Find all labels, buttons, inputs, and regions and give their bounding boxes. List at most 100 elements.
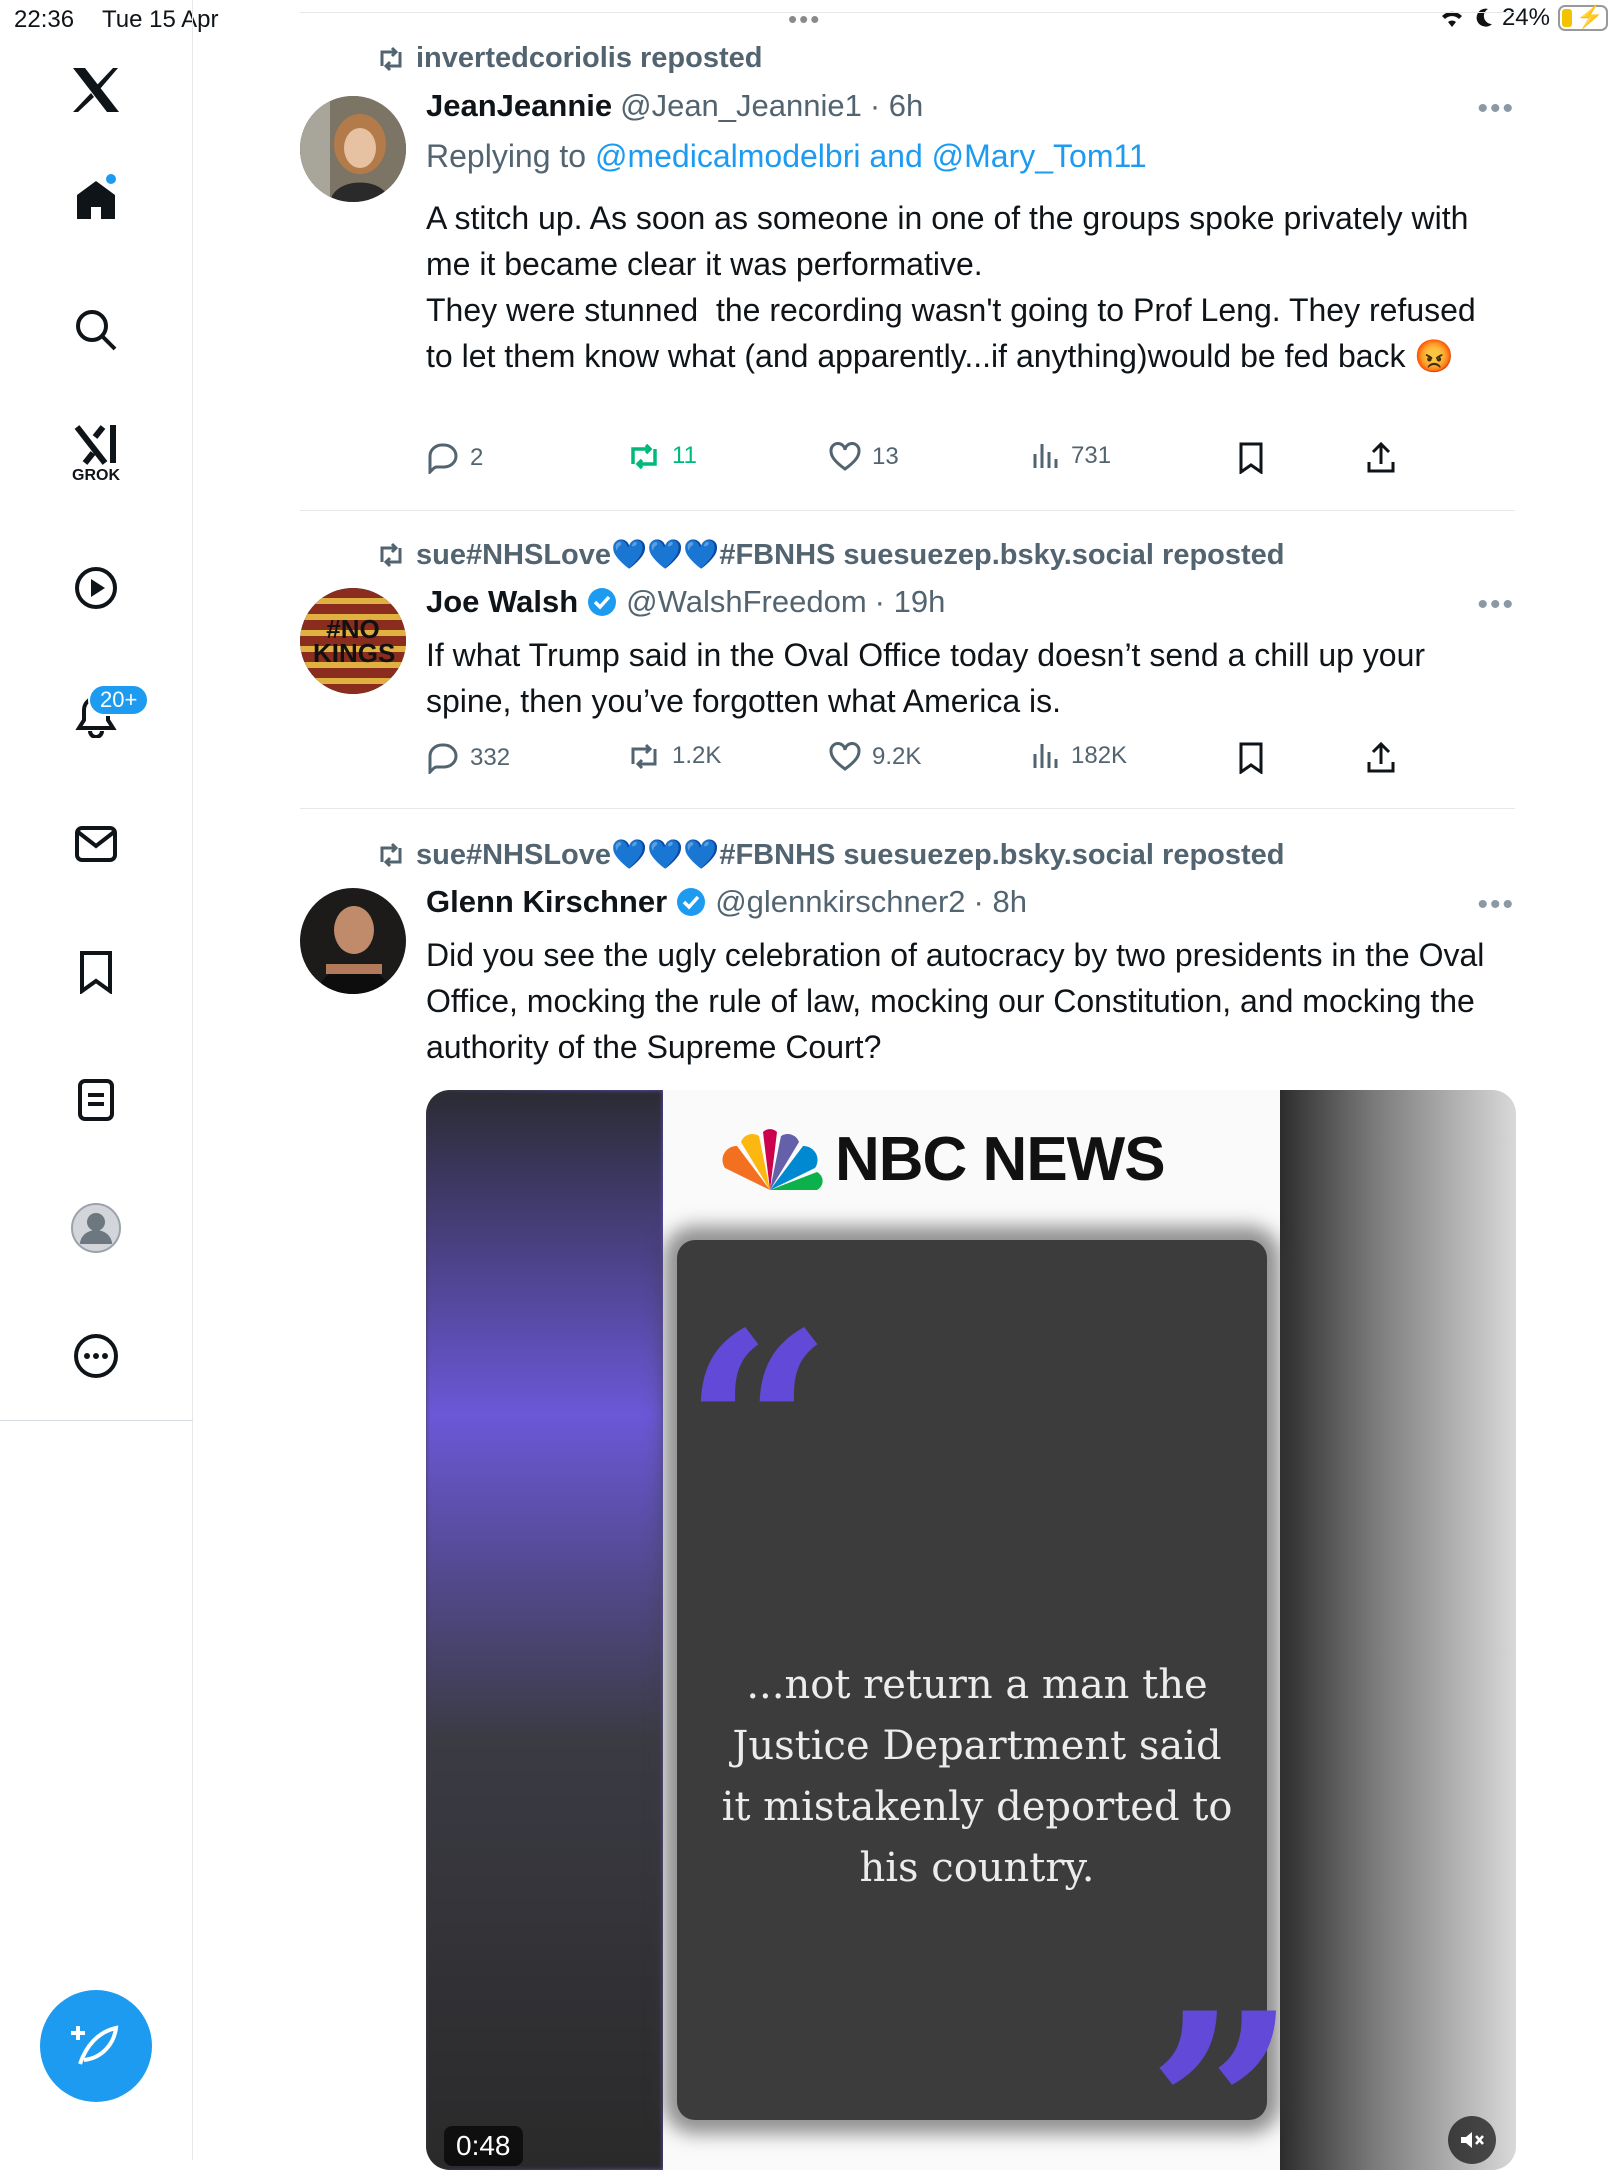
repost-icon — [631, 443, 657, 470]
bookmarks-icon[interactable] — [62, 938, 130, 1006]
post-time[interactable]: · 19h — [875, 584, 946, 620]
moon-icon — [1476, 8, 1492, 27]
replying-prefix: Replying to — [426, 138, 587, 174]
like-button[interactable]: 13 — [828, 442, 899, 472]
video-icon[interactable] — [62, 554, 130, 622]
repost-indicator: sue#NHSLove💙💙💙#FBNHS suesuezep.bsky.soci… — [376, 538, 1285, 572]
multitask-dots-icon[interactable]: ••• — [788, 4, 821, 35]
replying-links[interactable]: @medicalmodelbri and @Mary_Tom11 — [595, 138, 1147, 174]
compose-feather-icon — [71, 2025, 119, 2065]
x-logo-icon[interactable] — [62, 56, 130, 124]
home-icon[interactable] — [62, 166, 130, 234]
video-duration: 0:48 — [444, 2126, 523, 2166]
video-blur-left — [426, 1090, 663, 2170]
grok-icon[interactable]: GROK — [62, 420, 130, 488]
peacock-icon — [722, 1128, 823, 1190]
post-time[interactable]: · 6h — [870, 88, 923, 124]
reply-icon — [428, 743, 458, 774]
display-name[interactable]: Glenn Kirschner — [426, 884, 667, 920]
profile-avatar-icon[interactable] — [62, 1194, 130, 1262]
tweet-header: JeanJeannie @Jean_Jeannie1 · 6h — [426, 88, 923, 124]
tweet-divider — [300, 510, 1515, 511]
like-button[interactable]: 9.2K — [828, 742, 921, 772]
brand-name: NBC NEWS — [835, 1125, 1166, 1194]
bookmark-button[interactable] — [1238, 442, 1264, 474]
user-handle[interactable]: @glennkirschner2 — [715, 884, 965, 920]
views-chart-icon — [1033, 744, 1058, 768]
battery-percentage: 24% — [1501, 4, 1550, 31]
sidebar-divider — [0, 1420, 193, 1421]
reply-count: 332 — [470, 744, 511, 771]
video-blur-right — [1279, 1090, 1516, 2170]
tweet-header: Joe Walsh @WalshFreedom · 19h — [426, 584, 945, 620]
sidebar: GROK 20+ — [0, 0, 193, 2160]
more-options-icon[interactable] — [62, 1322, 130, 1390]
repost-indicator: invertedcoriolis reposted — [376, 42, 763, 75]
status-icons: 24% ⚡ — [1438, 4, 1608, 32]
notifications-badge: 20+ — [88, 684, 150, 716]
share-button[interactable] — [1366, 742, 1396, 774]
display-name[interactable]: Joe Walsh — [426, 584, 578, 620]
reply-count: 2 — [470, 444, 484, 471]
repost-count: 1.2K — [672, 742, 722, 769]
more-icon[interactable]: ••• — [1477, 92, 1515, 126]
avatar[interactable]: #NO KINGS — [300, 588, 406, 694]
reply-button[interactable]: 2 — [426, 442, 483, 474]
views-count: 182K — [1071, 742, 1128, 769]
repost-button[interactable]: 11 — [626, 442, 697, 470]
bookmark-icon — [1239, 442, 1263, 474]
replying-to: Replying to @medicalmodelbri and @Mary_T… — [426, 138, 1147, 175]
like-count: 9.2K — [872, 743, 922, 770]
compose-post-button[interactable] — [40, 1990, 152, 2102]
reply-icon — [428, 443, 458, 474]
user-handle[interactable]: @Jean_Jeannie1 — [620, 88, 862, 124]
repost-button[interactable]: 1.2K — [626, 742, 721, 770]
video-frame: NBC NEWS “ ...not return a man the Justi… — [663, 1090, 1297, 2170]
user-handle[interactable]: @WalshFreedom — [626, 584, 867, 620]
avatar[interactable] — [300, 888, 406, 994]
top-divider — [300, 12, 1515, 13]
bookmark-button[interactable] — [1238, 742, 1264, 774]
repost-icon — [380, 842, 402, 868]
verified-badge-icon — [677, 888, 706, 916]
lists-icon[interactable] — [62, 1066, 130, 1134]
more-icon[interactable]: ••• — [1477, 588, 1515, 622]
video-player[interactable]: NBC NEWS “ ...not return a man the Justi… — [426, 1090, 1516, 2170]
tweet-joe-walsh[interactable]: sue#NHSLove💙💙💙#FBNHS suesuezep.bsky.soci… — [300, 538, 1515, 808]
search-icon[interactable] — [62, 296, 130, 364]
quote-card: “ ...not return a man the Justice Depart… — [677, 1240, 1297, 2170]
reposted-by-text: invertedcoriolis reposted — [416, 42, 763, 74]
avatar[interactable] — [300, 96, 406, 202]
reposted-by-text: sue#NHSLove💙💙💙#FBNHS suesuezep.bsky.soci… — [416, 839, 1285, 871]
post-time[interactable]: · 8h — [974, 884, 1027, 920]
like-heart-icon — [829, 742, 861, 771]
share-icon — [1367, 442, 1395, 473]
avatar-text: #NO KINGS — [313, 614, 396, 668]
repost-icon — [631, 743, 657, 770]
mute-button[interactable] — [1448, 2116, 1496, 2164]
muted-speaker-icon — [1461, 2132, 1484, 2148]
display-name[interactable]: JeanJeannie — [426, 88, 612, 124]
like-heart-icon — [829, 442, 861, 471]
verified-badge-icon — [588, 588, 617, 616]
reply-button[interactable]: 332 — [426, 742, 510, 774]
repost-count: 11 — [672, 442, 697, 469]
battery-icon: ⚡ — [1558, 4, 1608, 31]
action-bar: 332 1.2K 9.2K 182K — [426, 742, 1426, 782]
more-icon[interactable]: ••• — [1477, 888, 1515, 922]
views-button[interactable]: 731 — [1031, 442, 1111, 470]
repost-icon — [380, 46, 402, 71]
views-count: 731 — [1071, 442, 1112, 469]
repost-icon — [380, 542, 402, 568]
share-icon — [1367, 742, 1395, 773]
tweet-text: Did you see the ugly celebration of auto… — [426, 937, 1485, 1065]
grok-label: GROK — [72, 467, 120, 484]
bookmark-icon — [1239, 742, 1263, 774]
tweet-jeanjeannie[interactable]: invertedcoriolis reposted JeanJeannie @J… — [300, 40, 1515, 510]
action-bar: 2 11 13 731 — [426, 442, 1426, 482]
tweet-divider — [300, 808, 1515, 809]
share-button[interactable] — [1366, 442, 1396, 474]
messages-icon[interactable] — [62, 810, 130, 878]
tweet-text: A stitch up. As soon as someone in one o… — [426, 200, 1476, 374]
views-button[interactable]: 182K — [1031, 742, 1127, 770]
